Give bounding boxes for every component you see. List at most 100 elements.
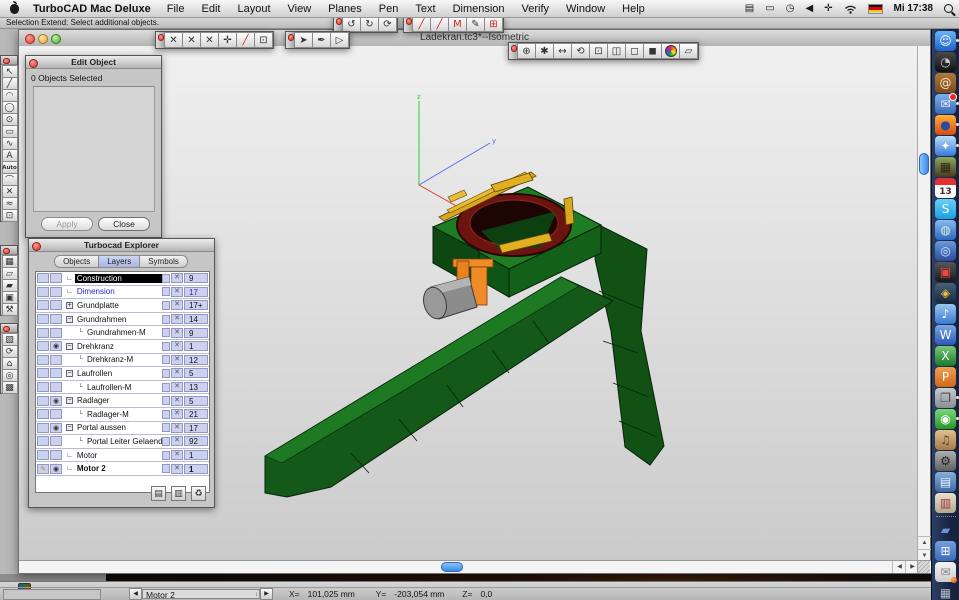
dock-music-instrument-icon[interactable]: ♫ bbox=[935, 430, 956, 450]
layer-edit-cell[interactable] bbox=[37, 382, 49, 392]
layer-edit-cell[interactable] bbox=[37, 436, 49, 446]
zoom-extents-icon[interactable]: ↔ bbox=[553, 43, 572, 59]
layer-edit-cell[interactable] bbox=[37, 314, 49, 324]
layer-name[interactable]: Grundrahmen-M bbox=[85, 328, 148, 337]
dock-iphoto-icon[interactable]: ◈ bbox=[935, 283, 956, 303]
group-tool-icon[interactable]: ⊡ bbox=[2, 209, 18, 222]
layer-name[interactable]: Radlager bbox=[75, 396, 111, 405]
pan-hand-icon[interactable]: ✱ bbox=[535, 43, 554, 59]
dock-eyetv-icon[interactable]: ▣ bbox=[935, 262, 956, 282]
layer-name[interactable]: Motor 2 bbox=[75, 464, 108, 473]
menu-help[interactable]: Help bbox=[622, 3, 645, 15]
single-line-icon[interactable]: ╱ bbox=[412, 16, 431, 32]
layer-lock-icon[interactable]: ✕ bbox=[171, 328, 183, 338]
menu-pen[interactable]: Pen bbox=[379, 3, 399, 15]
dock-skype-icon[interactable]: S bbox=[935, 199, 956, 219]
layer-edit-cell[interactable] bbox=[37, 396, 49, 406]
multi-line-icon[interactable]: M bbox=[448, 16, 467, 32]
tab-symbols[interactable]: Symbols bbox=[139, 255, 188, 268]
volume-icon[interactable]: ◀ bbox=[805, 3, 813, 14]
visibility-eye-icon[interactable]: ◉ bbox=[50, 396, 62, 406]
layer-edit-cell[interactable] bbox=[37, 328, 49, 338]
layer-edit-cell[interactable] bbox=[37, 368, 49, 378]
layer-row-portal-aussen[interactable]: ◉−Portal aussen✕17 bbox=[36, 422, 209, 436]
layer-lock-icon[interactable]: ✕ bbox=[171, 368, 183, 378]
perspective-box-icon[interactable]: ▱ bbox=[679, 43, 698, 59]
double-line-icon[interactable]: ╱ bbox=[430, 16, 449, 32]
dock-folder-documents-icon[interactable]: ▰ bbox=[935, 520, 956, 540]
explorer-titlebar[interactable]: Turbocad Explorer bbox=[29, 239, 214, 252]
layer-row-dimension[interactable]: ∟Dimension✕17 bbox=[36, 286, 209, 300]
layer-visibility-cell[interactable] bbox=[50, 368, 62, 378]
delete-layer-button[interactable]: ♻ bbox=[191, 486, 206, 501]
layer-color-cell[interactable] bbox=[162, 423, 170, 432]
select-arrow-icon[interactable]: ➤ bbox=[294, 32, 313, 48]
menu-layout[interactable]: Layout bbox=[237, 3, 270, 15]
layer-name[interactable]: Construction bbox=[75, 274, 162, 283]
layer-row-laufrollen-m[interactable]: └Laufrollen-M✕13 bbox=[36, 381, 209, 395]
layer-lock-icon[interactable]: ✕ bbox=[171, 464, 183, 474]
layer-color-cell[interactable] bbox=[162, 287, 170, 296]
dock-safari-icon[interactable]: ✦ bbox=[935, 136, 956, 156]
snap-tangent-icon[interactable]: ╱ bbox=[236, 32, 255, 48]
layer-row-grundrahmen[interactable]: −Grundrahmen✕14 bbox=[36, 313, 209, 327]
layer-lock-icon[interactable]: ✕ bbox=[171, 423, 183, 433]
layer-name[interactable]: Drehkranz bbox=[75, 342, 116, 351]
spotlight-icon[interactable] bbox=[944, 4, 953, 13]
layer-visibility-cell[interactable] bbox=[50, 300, 62, 310]
expander-minus-icon[interactable]: − bbox=[66, 316, 73, 323]
vertical-scroll-thumb[interactable] bbox=[919, 153, 929, 175]
layer-lock-icon[interactable]: ✕ bbox=[171, 273, 183, 283]
visibility-eye-icon[interactable]: ◉ bbox=[50, 464, 62, 474]
layer-color-cell[interactable] bbox=[162, 315, 170, 324]
menu-view[interactable]: View bbox=[288, 3, 312, 15]
palette-close-icon[interactable] bbox=[1, 246, 17, 255]
dock-finder-icon[interactable]: ☺ bbox=[935, 31, 956, 51]
dock-ical-icon[interactable]: 13 bbox=[935, 178, 956, 198]
open-select-arrow-icon[interactable]: ▷ bbox=[330, 32, 349, 48]
apple-menu-icon[interactable] bbox=[10, 4, 19, 14]
layer-name[interactable]: Laufrollen bbox=[75, 369, 114, 378]
menu-planes[interactable]: Planes bbox=[328, 3, 362, 15]
layer-row-grundplatte[interactable]: +Grundplatte✕17+ bbox=[36, 299, 209, 313]
horizontal-scrollbar[interactable]: ◀ ▶ bbox=[19, 560, 932, 573]
box-edit-tool-icon[interactable]: ▩ bbox=[2, 381, 18, 394]
dock-word-icon[interactable]: W bbox=[935, 325, 956, 345]
menu-window[interactable]: Window bbox=[566, 3, 605, 15]
layer-lock-icon[interactable]: ✕ bbox=[171, 287, 183, 297]
dock-mail-stack-icon[interactable]: ✉ bbox=[935, 562, 956, 582]
palette-close-icon[interactable] bbox=[1, 324, 17, 333]
dock-mail-icon[interactable]: ✉ bbox=[935, 94, 956, 114]
layer-visibility-cell[interactable] bbox=[50, 273, 62, 283]
expander-plus-icon[interactable]: + bbox=[66, 302, 73, 309]
visibility-eye-icon[interactable]: ◉ bbox=[50, 423, 62, 433]
dock-utility-gear-icon[interactable]: ⚙ bbox=[935, 451, 956, 471]
layer-lock-icon[interactable]: ✕ bbox=[171, 314, 183, 324]
snap-center-icon[interactable]: ✛ bbox=[218, 32, 237, 48]
layer-color-cell[interactable] bbox=[162, 328, 170, 337]
menu-edit[interactable]: Edit bbox=[202, 3, 221, 15]
palette-close-icon[interactable] bbox=[334, 16, 343, 32]
layer-name[interactable]: Laufrollen-M bbox=[85, 383, 133, 392]
layer-row-drehkranz[interactable]: ◉−Drehkranz✕1 bbox=[36, 340, 209, 354]
layer-visibility-cell[interactable] bbox=[50, 314, 62, 324]
layer-visibility-cell[interactable] bbox=[50, 450, 62, 460]
layer-row-construction[interactable]: ∟Construction✕9 bbox=[36, 272, 209, 286]
layer-row-radlager-m[interactable]: └Radlager-M✕21 bbox=[36, 408, 209, 422]
horizontal-scroll-thumb[interactable] bbox=[441, 562, 463, 572]
layer-name[interactable]: Portal Leiter Gelaender bbox=[85, 437, 162, 446]
displays-icon[interactable]: ▭ bbox=[765, 3, 774, 14]
layer-visibility-cell[interactable] bbox=[50, 382, 62, 392]
layer-name[interactable]: Grundrahmen bbox=[75, 315, 128, 324]
layer-row-portal-leiter-gelaender[interactable]: └Portal Leiter Gelaender✕92 bbox=[36, 435, 209, 449]
close-button[interactable]: Close bbox=[98, 217, 150, 231]
edit-object-titlebar[interactable]: Edit Object bbox=[26, 56, 161, 69]
palette-close-icon[interactable] bbox=[156, 32, 165, 48]
tab-objects[interactable]: Objects bbox=[54, 255, 99, 268]
dock-powerpoint-icon[interactable]: P bbox=[935, 367, 956, 387]
layer-name[interactable]: Motor bbox=[75, 451, 99, 460]
layer-lock-icon[interactable]: ✕ bbox=[171, 450, 183, 460]
expander-minus-icon[interactable]: − bbox=[66, 343, 73, 350]
layer-name[interactable]: Dimension bbox=[75, 287, 117, 296]
dock-camera-app-icon[interactable]: ◉ bbox=[935, 409, 956, 429]
